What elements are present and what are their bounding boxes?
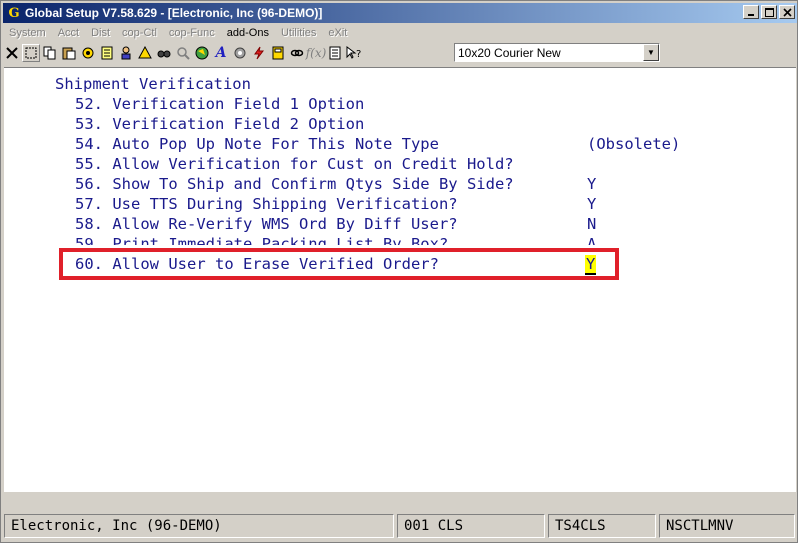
font-size-select[interactable]: 10x20 Courier New ▼ [454,43,660,62]
option-row-57[interactable]: 57. Use TTS During Shipping Verification… [75,194,458,214]
font-icon[interactable]: A [212,44,230,62]
status-bar: Electronic, Inc (96-DEMO) 001 CLS TS4CLS… [4,514,796,540]
copy-icon[interactable] [41,44,59,62]
option-input-60[interactable]: Y [585,254,597,275]
option-row-56[interactable]: 56. Show To Ship and Confirm Qtys Side B… [75,174,514,194]
option-row-58[interactable]: 58. Allow Re-Verify WMS Ord By Diff User… [75,214,458,234]
option-row-52[interactable]: 52. Verification Field 1 Option [75,94,364,114]
menu-dist[interactable]: Dist [85,27,116,39]
minimize-icon [748,14,754,16]
maximize-icon [764,7,774,17]
menu-add-ons[interactable]: add-Ons [221,27,275,39]
font-size-value: 10x20 Courier New [458,45,561,60]
window-title: Global Setup V7.58.629 - [Electronic, In… [25,6,323,20]
svg-text:?: ? [356,49,361,60]
settings-icon[interactable] [79,44,97,62]
menu-cop-func[interactable]: cop-Func [163,27,221,39]
maximize-button[interactable] [761,5,777,19]
status-company: Electronic, Inc (96-DEMO) [4,514,394,538]
list-icon[interactable] [326,44,344,62]
partially-hidden-row: 59. Print Immediate Packing List By Box?… [4,234,796,245]
help-pointer-icon[interactable]: ? [345,44,363,62]
chevron-down-icon[interactable]: ▼ [643,44,659,61]
option-row-55[interactable]: 55. Allow Verification for Cust on Credi… [75,154,514,174]
option-value-56: Y [587,175,597,193]
find-icon[interactable] [155,44,173,62]
answer-cursor[interactable]: Y [585,255,597,275]
function-icon[interactable]: f(x) [306,44,327,62]
close-x-icon[interactable] [3,44,21,62]
status-terminal: TS4CLS [548,514,656,538]
option-row-59[interactable]: 59. Print Immediate Packing List By Box? [75,234,448,245]
status-code: 001 CLS [397,514,545,538]
user-icon[interactable] [117,44,135,62]
lightning-icon[interactable] [250,44,268,62]
minimize-button[interactable] [743,5,759,19]
link-icon[interactable] [288,44,306,62]
title-bar: G Global Setup V7.58.629 - [Electronic, … [3,3,797,23]
toolbar: A f(x) ? 10x20 Courier New ▼ [3,42,797,64]
option-row-54[interactable]: 54. Auto Pop Up Note For This Note Type [75,134,439,154]
menu-utilities[interactable]: Utilities [275,27,322,39]
close-icon [782,7,792,17]
app-logo-icon: G [8,5,20,21]
calculator-icon[interactable] [269,44,287,62]
menu-exit[interactable]: eXit [322,27,353,39]
section-title: Shipment Verification [55,75,251,93]
status-program: NSCTLMNV [659,514,795,538]
menu-bar: System Acct Dist cop-Ctl cop-Func add-On… [3,24,797,42]
alert-icon[interactable] [136,44,154,62]
option-row-53[interactable]: 53. Verification Field 2 Option [75,114,364,134]
paste-icon[interactable] [60,44,78,62]
gear-icon[interactable] [231,44,249,62]
notes-icon[interactable] [98,44,116,62]
app-window: G Global Setup V7.58.629 - [Electronic, … [0,0,798,543]
option-value-59: A [587,235,597,245]
menu-system[interactable]: System [3,27,52,39]
menu-acct[interactable]: Acct [52,27,85,39]
menu-cop-ctl[interactable]: cop-Ctl [116,27,163,39]
option-value-57: Y [587,195,597,213]
globe-icon[interactable] [193,44,211,62]
search-icon[interactable] [174,44,192,62]
option-value-54: (Obsolete) [587,135,681,153]
terminal-screen: Shipment Verification 52. Verification F… [4,67,796,492]
option-row-60[interactable]: 60. Allow User to Erase Verified Order? [75,254,439,274]
select-icon[interactable] [22,44,40,62]
option-value-58: N [587,215,597,233]
close-button[interactable] [779,5,795,19]
